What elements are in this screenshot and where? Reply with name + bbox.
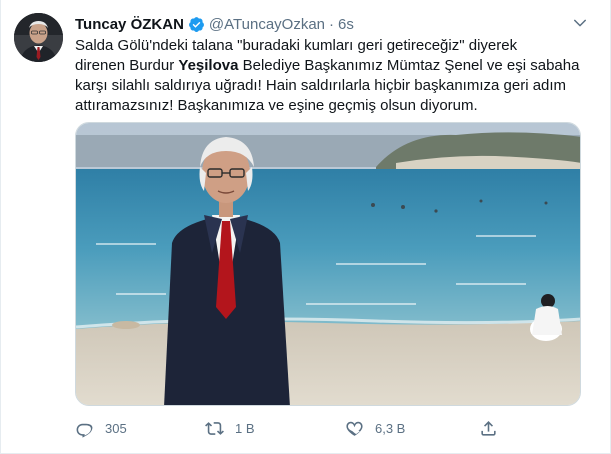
tweet-text-line-1: Salda Gölü'ndeki talana "buradaki kumlar… <box>75 37 518 54</box>
like-count: 6,3 B <box>375 420 406 436</box>
reply-count: 305 <box>105 420 127 436</box>
share-button[interactable] <box>479 416 498 440</box>
author-display-name[interactable]: Tuncay ÖZKAN <box>75 16 184 33</box>
tweet-text-line-3: karşı silahlı saldırıya uğradı! Hain sal… <box>75 77 567 94</box>
tweet-text-bold-place: Yeşilova <box>178 57 239 74</box>
tweet-timestamp[interactable]: 6s <box>338 16 354 33</box>
share-icon <box>481 420 496 436</box>
tweet-media-photo[interactable] <box>75 122 581 406</box>
tweet-actions: 305 1 B 6,3 B <box>75 416 587 440</box>
avatar[interactable] <box>14 13 63 62</box>
retweet-icon <box>205 421 224 435</box>
tweet-text-segment: direnen Burdur <box>75 57 179 74</box>
reply-button[interactable]: 305 <box>75 416 127 440</box>
chevron-down-icon <box>574 19 586 27</box>
reply-icon <box>76 423 93 438</box>
heart-icon <box>346 421 363 436</box>
avatar-photo-icon <box>14 13 63 62</box>
tweet-header: Tuncay ÖZKAN @ATuncayOzkan · 6s <box>75 14 354 34</box>
lakeshore-photo-icon <box>76 123 580 405</box>
verified-badge-icon <box>188 16 205 33</box>
tweet-text: Salda Gölü'ndeki talana "buradaki kumlar… <box>75 36 587 116</box>
retweet-count: 1 B <box>235 420 255 436</box>
header-separator: · <box>329 15 335 33</box>
retweet-button[interactable]: 1 B <box>205 416 255 440</box>
author-handle[interactable]: @ATuncayOzkan <box>209 16 325 33</box>
tweet-text-line-2: direnen Burdur Yeşilova Belediye Başkanı… <box>75 56 587 76</box>
like-button[interactable]: 6,3 B <box>345 416 405 440</box>
more-options-button[interactable] <box>571 14 589 32</box>
tweet-text-line-4: attıramazsınız! Başkanımıza ve eşine geç… <box>75 97 478 114</box>
frame-left-border <box>0 0 1 454</box>
tweet-text-segment: Belediye Başkanımız Mümtaz Şenel ve eşi … <box>238 57 580 74</box>
